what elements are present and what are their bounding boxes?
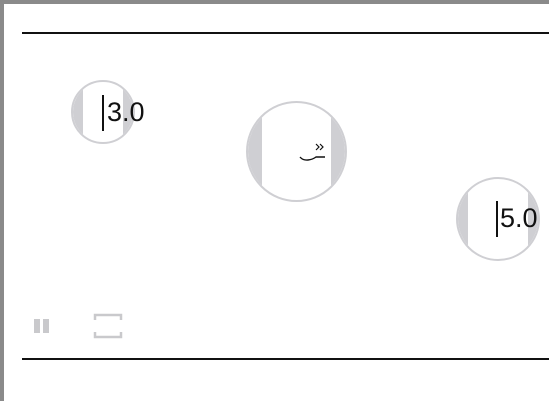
dial-right-caret (496, 201, 498, 237)
dial-left-value[interactable]: 3.0 (107, 99, 145, 126)
dial-center-cap-right (331, 112, 345, 191)
fullscreen-icon[interactable] (93, 313, 123, 339)
double-chevron-arrow-icon (299, 143, 325, 161)
dial-right-value[interactable]: 5.0 (500, 205, 538, 232)
dial-center[interactable] (246, 101, 347, 202)
bottom-divider (22, 358, 549, 360)
dial-center-cap-left (248, 112, 262, 191)
pause-bar-left (34, 319, 40, 333)
pause-icon[interactable] (33, 319, 51, 333)
pause-bar-right (43, 319, 49, 333)
dial-left-cap-left (73, 86, 83, 138)
dial-left-caret (102, 95, 104, 131)
dial-right-cap-left (458, 185, 468, 253)
top-divider (22, 32, 549, 34)
